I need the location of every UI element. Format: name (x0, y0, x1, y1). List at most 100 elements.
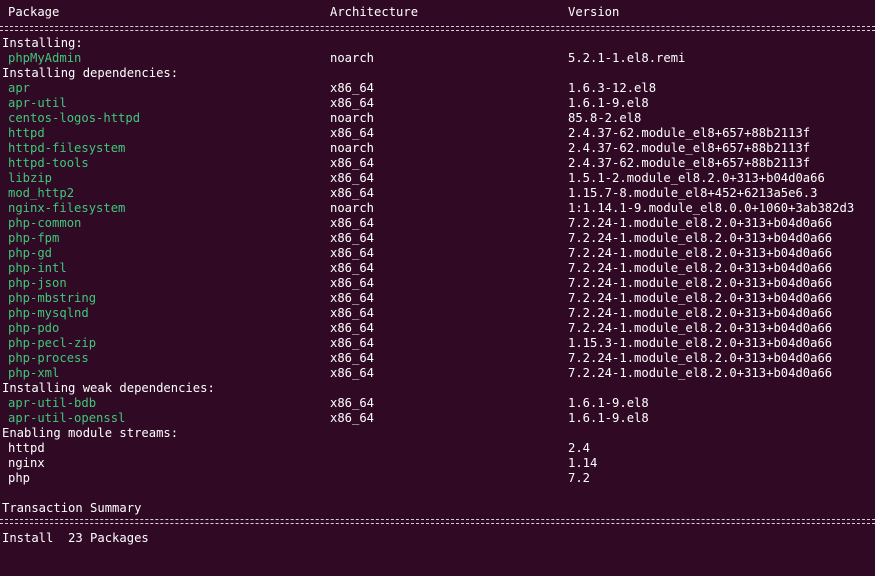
section-installing: Installing: (0, 36, 83, 51)
package-row: php-process x86_64 7.2.24-1.module_el8.2… (0, 351, 832, 366)
package-version: 7.2.24-1.module_el8.2.0+313+b04d0a66 (568, 261, 833, 275)
separator-bottom (0, 519, 875, 524)
package-version: 5.2.1-1.el8.remi (568, 51, 686, 65)
package-arch: noarch (330, 51, 375, 65)
module-name: php (8, 471, 31, 485)
package-row: php-common x86_64 7.2.24-1.module_el8.2.… (0, 216, 832, 231)
package-row: apr-util x86_64 1.6.1-9.el8 (0, 96, 649, 111)
package-arch: noarch (330, 201, 375, 215)
package-name: mod_http2 (8, 186, 75, 200)
package-name: httpd-tools (8, 156, 89, 170)
package-name: php-fpm (8, 231, 60, 245)
package-arch: x86_64 (330, 306, 375, 320)
module-name: nginx (8, 456, 45, 470)
section-enabling-module-streams: Enabling module streams: (0, 426, 178, 441)
package-row: php-xml x86_64 7.2.24-1.module_el8.2.0+3… (0, 366, 832, 381)
package-version: 7.2.24-1.module_el8.2.0+313+b04d0a66 (568, 246, 833, 260)
package-arch: x86_64 (330, 336, 375, 350)
package-version: 7.2.24-1.module_el8.2.0+313+b04d0a66 (568, 366, 833, 380)
package-arch: x86_64 (330, 216, 375, 230)
header-package: Package (8, 5, 60, 19)
section-label: Installing: (2, 36, 83, 50)
package-version: 2.4.37-62.module_el8+657+88b2113f (568, 126, 811, 140)
package-version: 2.4.37-62.module_el8+657+88b2113f (568, 141, 811, 155)
package-arch: x86_64 (330, 291, 375, 305)
package-row: httpd x86_64 2.4.37-62.module_el8+657+88… (0, 126, 810, 141)
package-version: 7.2.24-1.module_el8.2.0+313+b04d0a66 (568, 321, 833, 335)
section-installing-weak-dependencies: Installing weak dependencies: (0, 381, 215, 396)
package-name: php-pecl-zip (8, 336, 97, 350)
module-version: 7.2 (568, 471, 591, 485)
module-stream-row: php 7.2 (0, 471, 590, 486)
package-version: 1.15.3-1.module_el8.2.0+313+b04d0a66 (568, 336, 833, 350)
package-arch: noarch (330, 111, 375, 125)
package-arch: x86_64 (330, 321, 375, 335)
section-label: Installing dependencies: (2, 66, 179, 80)
package-version: 1.6.1-9.el8 (568, 96, 649, 110)
package-version: 1:1.14.1-9.module_el8.0.0+1060+3ab382d3 (568, 201, 855, 215)
package-arch: x86_64 (330, 171, 375, 185)
package-arch: x86_64 (330, 411, 375, 425)
package-arch: noarch (330, 141, 375, 155)
package-version: 7.2.24-1.module_el8.2.0+313+b04d0a66 (568, 291, 833, 305)
package-row: mod_http2 x86_64 1.15.7-8.module_el8+452… (0, 186, 817, 201)
package-name: php-mbstring (8, 291, 97, 305)
package-version: 85.8-2.el8 (568, 111, 642, 125)
package-row: apr x86_64 1.6.3-12.el8 (0, 81, 656, 96)
module-stream-row: httpd 2.4 (0, 441, 590, 456)
package-row: php-fpm x86_64 7.2.24-1.module_el8.2.0+3… (0, 231, 832, 246)
package-version: 2.4.37-62.module_el8+657+88b2113f (568, 156, 811, 170)
section-label: Enabling module streams: (2, 426, 179, 440)
package-name: php-json (8, 276, 67, 290)
package-name: apr-util-bdb (8, 396, 97, 410)
section-label: Installing weak dependencies: (2, 381, 215, 395)
header-version: Version (568, 5, 620, 19)
package-row: php-pdo x86_64 7.2.24-1.module_el8.2.0+3… (0, 321, 832, 336)
package-row: php-pecl-zip x86_64 1.15.3-1.module_el8.… (0, 336, 832, 351)
package-row: php-gd x86_64 7.2.24-1.module_el8.2.0+31… (0, 246, 832, 261)
module-name: httpd (8, 441, 45, 455)
header-architecture: Architecture (330, 5, 419, 19)
package-arch: x86_64 (330, 366, 375, 380)
package-arch: x86_64 (330, 81, 375, 95)
package-row: apr-util-openssl x86_64 1.6.1-9.el8 (0, 411, 649, 426)
package-name: php-xml (8, 366, 60, 380)
package-version: 1.5.1-2.module_el8.2.0+313+b04d0a66 (568, 171, 825, 185)
package-arch: x86_64 (330, 126, 375, 140)
package-name: centos-logos-httpd (8, 111, 141, 125)
section-installing-dependencies: Installing dependencies: (0, 66, 178, 81)
install-summary-line: Install 23 Packages (0, 531, 149, 546)
package-row: nginx-filesystem noarch 1:1.14.1-9.modul… (0, 201, 854, 216)
package-arch: x86_64 (330, 246, 375, 260)
summary-title-text: Transaction Summary (2, 501, 142, 515)
package-name: php-pdo (8, 321, 60, 335)
package-name: php-mysqlnd (8, 306, 89, 320)
package-name: apr-util-openssl (8, 411, 126, 425)
package-arch: x86_64 (330, 156, 375, 170)
module-stream-row: nginx 1.14 (0, 456, 597, 471)
module-version: 1.14 (568, 456, 598, 470)
package-name: php-process (8, 351, 89, 365)
package-version: 7.2.24-1.module_el8.2.0+313+b04d0a66 (568, 276, 833, 290)
package-version: 1.6.3-12.el8 (568, 81, 657, 95)
package-arch: x86_64 (330, 261, 375, 275)
package-row: php-intl x86_64 7.2.24-1.module_el8.2.0+… (0, 261, 832, 276)
package-row: apr-util-bdb x86_64 1.6.1-9.el8 (0, 396, 649, 411)
package-row: phpMyAdmin noarch 5.2.1-1.el8.remi (0, 51, 685, 66)
table-header: Package Architecture Version (0, 5, 619, 20)
package-row: centos-logos-httpd noarch 85.8-2.el8 (0, 111, 641, 126)
package-row: php-mbstring x86_64 7.2.24-1.module_el8.… (0, 291, 832, 306)
package-row: php-json x86_64 7.2.24-1.module_el8.2.0+… (0, 276, 832, 291)
package-version: 7.2.24-1.module_el8.2.0+313+b04d0a66 (568, 306, 833, 320)
package-arch: x86_64 (330, 231, 375, 245)
package-version: 1.6.1-9.el8 (568, 411, 649, 425)
package-row: php-mysqlnd x86_64 7.2.24-1.module_el8.2… (0, 306, 832, 321)
package-version: 7.2.24-1.module_el8.2.0+313+b04d0a66 (568, 231, 833, 245)
package-name: httpd (8, 126, 45, 140)
separator-top (0, 26, 875, 31)
package-name: apr (8, 81, 31, 95)
package-name: nginx-filesystem (8, 201, 126, 215)
package-version: 7.2.24-1.module_el8.2.0+313+b04d0a66 (568, 216, 833, 230)
install-count-text: Install 23 Packages (2, 531, 149, 545)
package-arch: x86_64 (330, 186, 375, 200)
